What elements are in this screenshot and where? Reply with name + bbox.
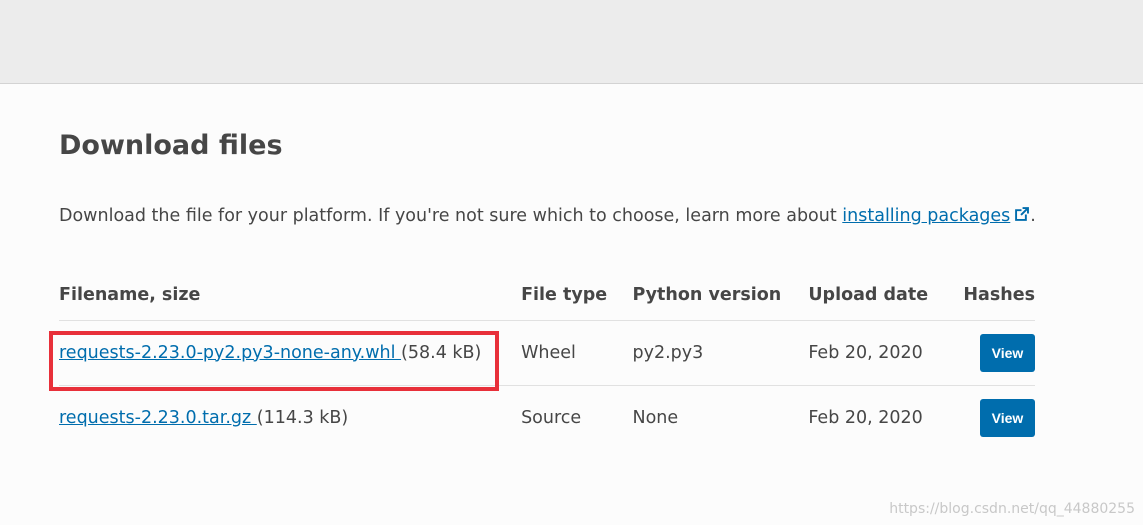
table-header-row: Filename, size File type Python version … — [59, 270, 1035, 321]
python-version-cell: None — [632, 407, 679, 428]
intro-text-after: . — [1030, 206, 1036, 226]
watermark-text: https://blog.csdn.net/qq_44880255 — [889, 501, 1135, 517]
view-hashes-button[interactable]: View — [980, 333, 1035, 372]
file-download-link[interactable]: requests-2.23.0.tar.gz — [59, 408, 257, 428]
file-download-link[interactable]: requests-2.23.0-py2.py3-none-any.whl — [59, 343, 401, 363]
installing-packages-link[interactable]: installing packages — [842, 206, 1030, 226]
python-version-cell: py2.py3 — [632, 320, 809, 386]
files-table: Filename, size File type Python version … — [59, 270, 1035, 450]
intro-text: Download the file for your platform. If … — [59, 204, 1036, 228]
installing-packages-link-label: installing packages — [842, 206, 1011, 226]
filename-cell: requests-2.23.0-py2.py3-none-any.whl (58… — [59, 320, 522, 386]
view-hashes-button[interactable]: View — [980, 398, 1035, 437]
file-type-cell: Source — [521, 407, 582, 428]
header-upload-date: Upload date — [808, 270, 964, 321]
hashes-cell: View — [963, 320, 1035, 386]
filename-cell: requests-2.23.0.tar.gz (114.3 kB) — [59, 385, 521, 450]
table-row: requests-2.23.0-py2.py3-none-any.whl (58… — [59, 320, 1035, 386]
header-hashes: Hashes — [963, 270, 1035, 321]
header-python-version: Python version — [632, 270, 809, 321]
section-title: Download files — [59, 130, 283, 161]
hashes-cell: View — [963, 385, 1035, 450]
external-link-icon — [1015, 207, 1030, 221]
table-row: requests-2.23.0.tar.gz (114.3 kB) Source… — [59, 385, 1035, 450]
file-type-cell: Wheel — [521, 320, 633, 386]
header-filename-size: Filename, size — [59, 270, 522, 321]
upload-date-cell: Feb 20, 2020 — [808, 407, 923, 428]
file-size: (114.3 kB) — [256, 407, 349, 428]
upload-date-cell: Feb 20, 2020 — [808, 320, 964, 386]
header-file-type: File type — [521, 270, 633, 321]
top-header-bar — [0, 0, 1143, 84]
file-size: (58.4 kB) — [401, 342, 482, 363]
intro-text-before: Download the file for your platform. If … — [59, 206, 843, 226]
